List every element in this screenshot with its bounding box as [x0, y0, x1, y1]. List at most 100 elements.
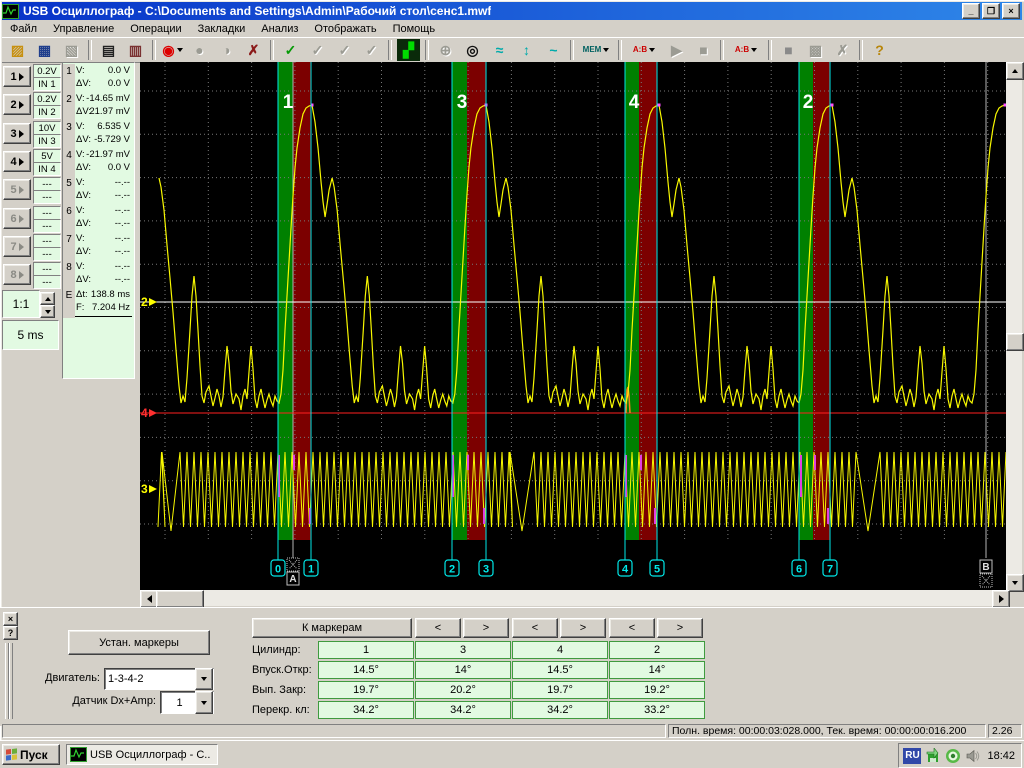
check-forward-button[interactable]: ✓ [359, 38, 384, 62]
channel-7-range[interactable]: --- [33, 234, 61, 248]
dropdown-arrow-icon[interactable] [649, 48, 656, 52]
menu-item-analysis[interactable]: Анализ [253, 21, 306, 37]
menu-item-bookmarks[interactable]: Закладки [190, 21, 254, 37]
select-region-button[interactable]: ■ [776, 38, 801, 62]
ab-table-button[interactable]: A:B [728, 38, 764, 62]
fit-amplitude-button[interactable]: ≈ [487, 38, 512, 62]
channel-5-button[interactable]: 5 [3, 179, 31, 200]
scope-hscrollbar[interactable] [140, 590, 1010, 608]
channel-5-input[interactable]: --- [33, 190, 61, 204]
channel-4-range[interactable]: 5V [33, 149, 61, 163]
channel-1-range[interactable]: 0.2V [33, 64, 61, 78]
channel-7-button[interactable]: 7 [3, 236, 31, 257]
col4-prev-button[interactable]: < [609, 618, 655, 638]
menu-item-control[interactable]: Управление [45, 21, 122, 37]
hscroll-thumb[interactable] [156, 590, 204, 608]
volume-tray-icon[interactable] [965, 748, 981, 764]
to-markers-button[interactable]: К маркерам [252, 618, 412, 638]
col2-prev-button[interactable]: < [415, 618, 461, 638]
ab-play-button[interactable]: ▶ [664, 38, 689, 62]
col3-prev-button[interactable]: < [512, 618, 558, 638]
start-button[interactable]: Пуск [2, 744, 60, 765]
channel-6-button[interactable]: 6 [3, 208, 31, 229]
col2-next-button[interactable]: > [463, 618, 509, 638]
engine-dropdown-button[interactable] [195, 668, 213, 690]
sensor-dropdown-button[interactable] [195, 691, 213, 714]
help-button[interactable]: ? [867, 38, 892, 62]
channel-4-arrow-label[interactable]: 4 [141, 406, 148, 420]
scope-area[interactable]: 1 0 1 3 2 3 4 4 5 2 6 7 A B 2 4 3 [140, 62, 1007, 590]
channel-3-input[interactable]: IN 3 [33, 134, 61, 148]
ab-stop-button[interactable]: ■ [691, 38, 716, 62]
col4-next-button[interactable]: > [657, 618, 703, 638]
timebase-field[interactable]: 5 ms [2, 320, 59, 350]
channel-7-input[interactable]: --- [33, 247, 61, 261]
channel-5-range[interactable]: --- [33, 177, 61, 191]
hscroll-right-button[interactable] [992, 590, 1010, 608]
clear-mask-button[interactable]: ✗ [830, 38, 855, 62]
usb-device-tray-icon[interactable] [925, 747, 941, 764]
menu-item-help[interactable]: Помощь [385, 21, 444, 37]
menu-item-operations[interactable]: Операции [122, 21, 189, 37]
close-button[interactable]: × [1002, 3, 1020, 19]
channel-6-input[interactable]: --- [33, 219, 61, 233]
dropdown-arrow-icon[interactable] [751, 48, 758, 52]
vscroll-up-button[interactable] [1006, 62, 1024, 80]
engine-combobox[interactable]: 1-3-4-2 [104, 668, 214, 690]
dock-grip[interactable] [9, 643, 13, 719]
sensor-combobox[interactable]: 1 [160, 691, 214, 714]
dock-close-button[interactable]: × [3, 612, 18, 626]
antivirus-tray-icon[interactable] [945, 748, 961, 764]
set-markers-button[interactable]: Устан. маркеры [68, 630, 210, 655]
channel-6-range[interactable]: --- [33, 206, 61, 220]
title-bar[interactable]: USB Осциллограф - C:\Documents and Setti… [2, 2, 1022, 20]
menu-item-file[interactable]: Файл [2, 21, 45, 37]
language-indicator[interactable]: RU [903, 747, 922, 764]
col3-next-button[interactable]: > [560, 618, 606, 638]
scope-svg[interactable]: 1 0 1 3 2 3 4 4 5 2 6 7 A B 2 4 3 [140, 62, 1007, 590]
zoom-waveform-button[interactable]: ~ [541, 38, 566, 62]
dropdown-arrow-icon[interactable] [603, 48, 610, 52]
record-button[interactable]: ● [187, 38, 212, 62]
check-back-button[interactable]: ✓ [305, 38, 330, 62]
check-wave-button[interactable]: ✓ [332, 38, 357, 62]
open-file-button[interactable]: ▨ [5, 38, 30, 62]
abort-button[interactable]: ✗ [241, 38, 266, 62]
channel-8-range[interactable]: --- [33, 262, 61, 276]
channel-4-button[interactable]: 4 [3, 151, 31, 172]
vscroll-thumb[interactable] [1006, 333, 1024, 351]
memory-button[interactable]: MEM [578, 38, 614, 62]
channel-8-input[interactable]: --- [33, 275, 61, 289]
channel-8-button[interactable]: 8 [3, 264, 31, 285]
power-device-button[interactable]: ◉ [160, 38, 185, 62]
zoom-ratio-field[interactable]: 1:1 [2, 290, 40, 318]
web-button[interactable]: ⊕ [433, 38, 458, 62]
mask-button[interactable]: ▩ [803, 38, 828, 62]
record-single-button[interactable]: ◑ [214, 38, 239, 62]
dropdown-arrow-icon[interactable] [176, 48, 183, 52]
menu-item-display[interactable]: Отображать [306, 21, 384, 37]
import-file-button[interactable]: ▧ [59, 38, 84, 62]
print-screen-button[interactable]: ▥ [123, 38, 148, 62]
print-button[interactable]: ▤ [96, 38, 121, 62]
maximize-button[interactable]: ❐ [982, 3, 1000, 19]
channel-3-range[interactable]: 10V [33, 121, 61, 135]
dock-help-button[interactable]: ? [3, 626, 18, 640]
channel-1-button[interactable]: 1 [3, 66, 31, 87]
channel-1-input[interactable]: IN 1 [33, 77, 61, 91]
channel-3-arrow-label[interactable]: 3 [141, 482, 148, 496]
channel-2-button[interactable]: 2 [3, 94, 31, 115]
taskbar-task-button[interactable]: USB Осциллограф - C... [66, 744, 218, 765]
apply-check-button[interactable]: ✓ [278, 38, 303, 62]
cursors-button[interactable]: ↕ [514, 38, 539, 62]
zoom-up-button[interactable] [40, 292, 55, 305]
scope-vscrollbar[interactable] [1006, 62, 1024, 592]
search-button[interactable]: ◎ [460, 38, 485, 62]
display-mode-button[interactable]: ▞ [396, 38, 421, 62]
channel-2-arrow-label[interactable]: 2 [141, 295, 148, 309]
save-file-button[interactable]: ▦ [32, 38, 57, 62]
channel-2-input[interactable]: IN 2 [33, 105, 61, 119]
minimize-button[interactable]: _ [962, 3, 980, 19]
zoom-down-button[interactable] [40, 305, 55, 318]
ab-open-button[interactable]: A:B [626, 38, 662, 62]
